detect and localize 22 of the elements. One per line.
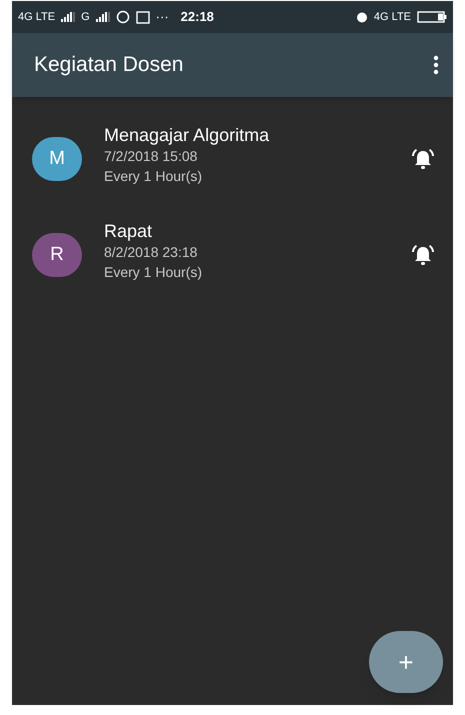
status-time: 22:18 xyxy=(180,8,214,26)
event-datetime: 8/2/2018 23:18 xyxy=(104,243,198,262)
more-menu-icon[interactable] xyxy=(433,55,439,75)
event-title: Menagajar Algoritma xyxy=(104,124,270,146)
app-title: Kegiatan Dosen xyxy=(34,52,184,78)
avatar: R xyxy=(32,233,82,277)
alarm-bell-icon[interactable] xyxy=(411,148,435,170)
avatar: M xyxy=(32,137,82,181)
event-item[interactable]: M Menagajar Algoritma 7/2/2018 15:08 Every 1 Hour(s) xyxy=(12,111,453,207)
battery-icon xyxy=(417,11,447,23)
event-repeat: Every 1 Hour(s) xyxy=(104,167,204,186)
event-datetime: 7/2/2018 15:08 xyxy=(104,147,198,166)
event-item[interactable]: R Rapat 8/2/2018 23:18 Every 1 Hour(s) xyxy=(12,207,453,303)
event-title: Rapat xyxy=(104,220,154,242)
alarm-bell-icon[interactable] xyxy=(411,244,435,266)
network-label: 4G LTE xyxy=(18,10,56,25)
signal-icon xyxy=(96,12,110,22)
network-label: 4G LTE xyxy=(374,10,411,25)
signal-icon xyxy=(61,12,76,22)
overflow-dots: ··· xyxy=(156,8,169,26)
network-label: G xyxy=(81,10,90,25)
event-repeat: Every 1 Hour(s) xyxy=(104,263,204,282)
